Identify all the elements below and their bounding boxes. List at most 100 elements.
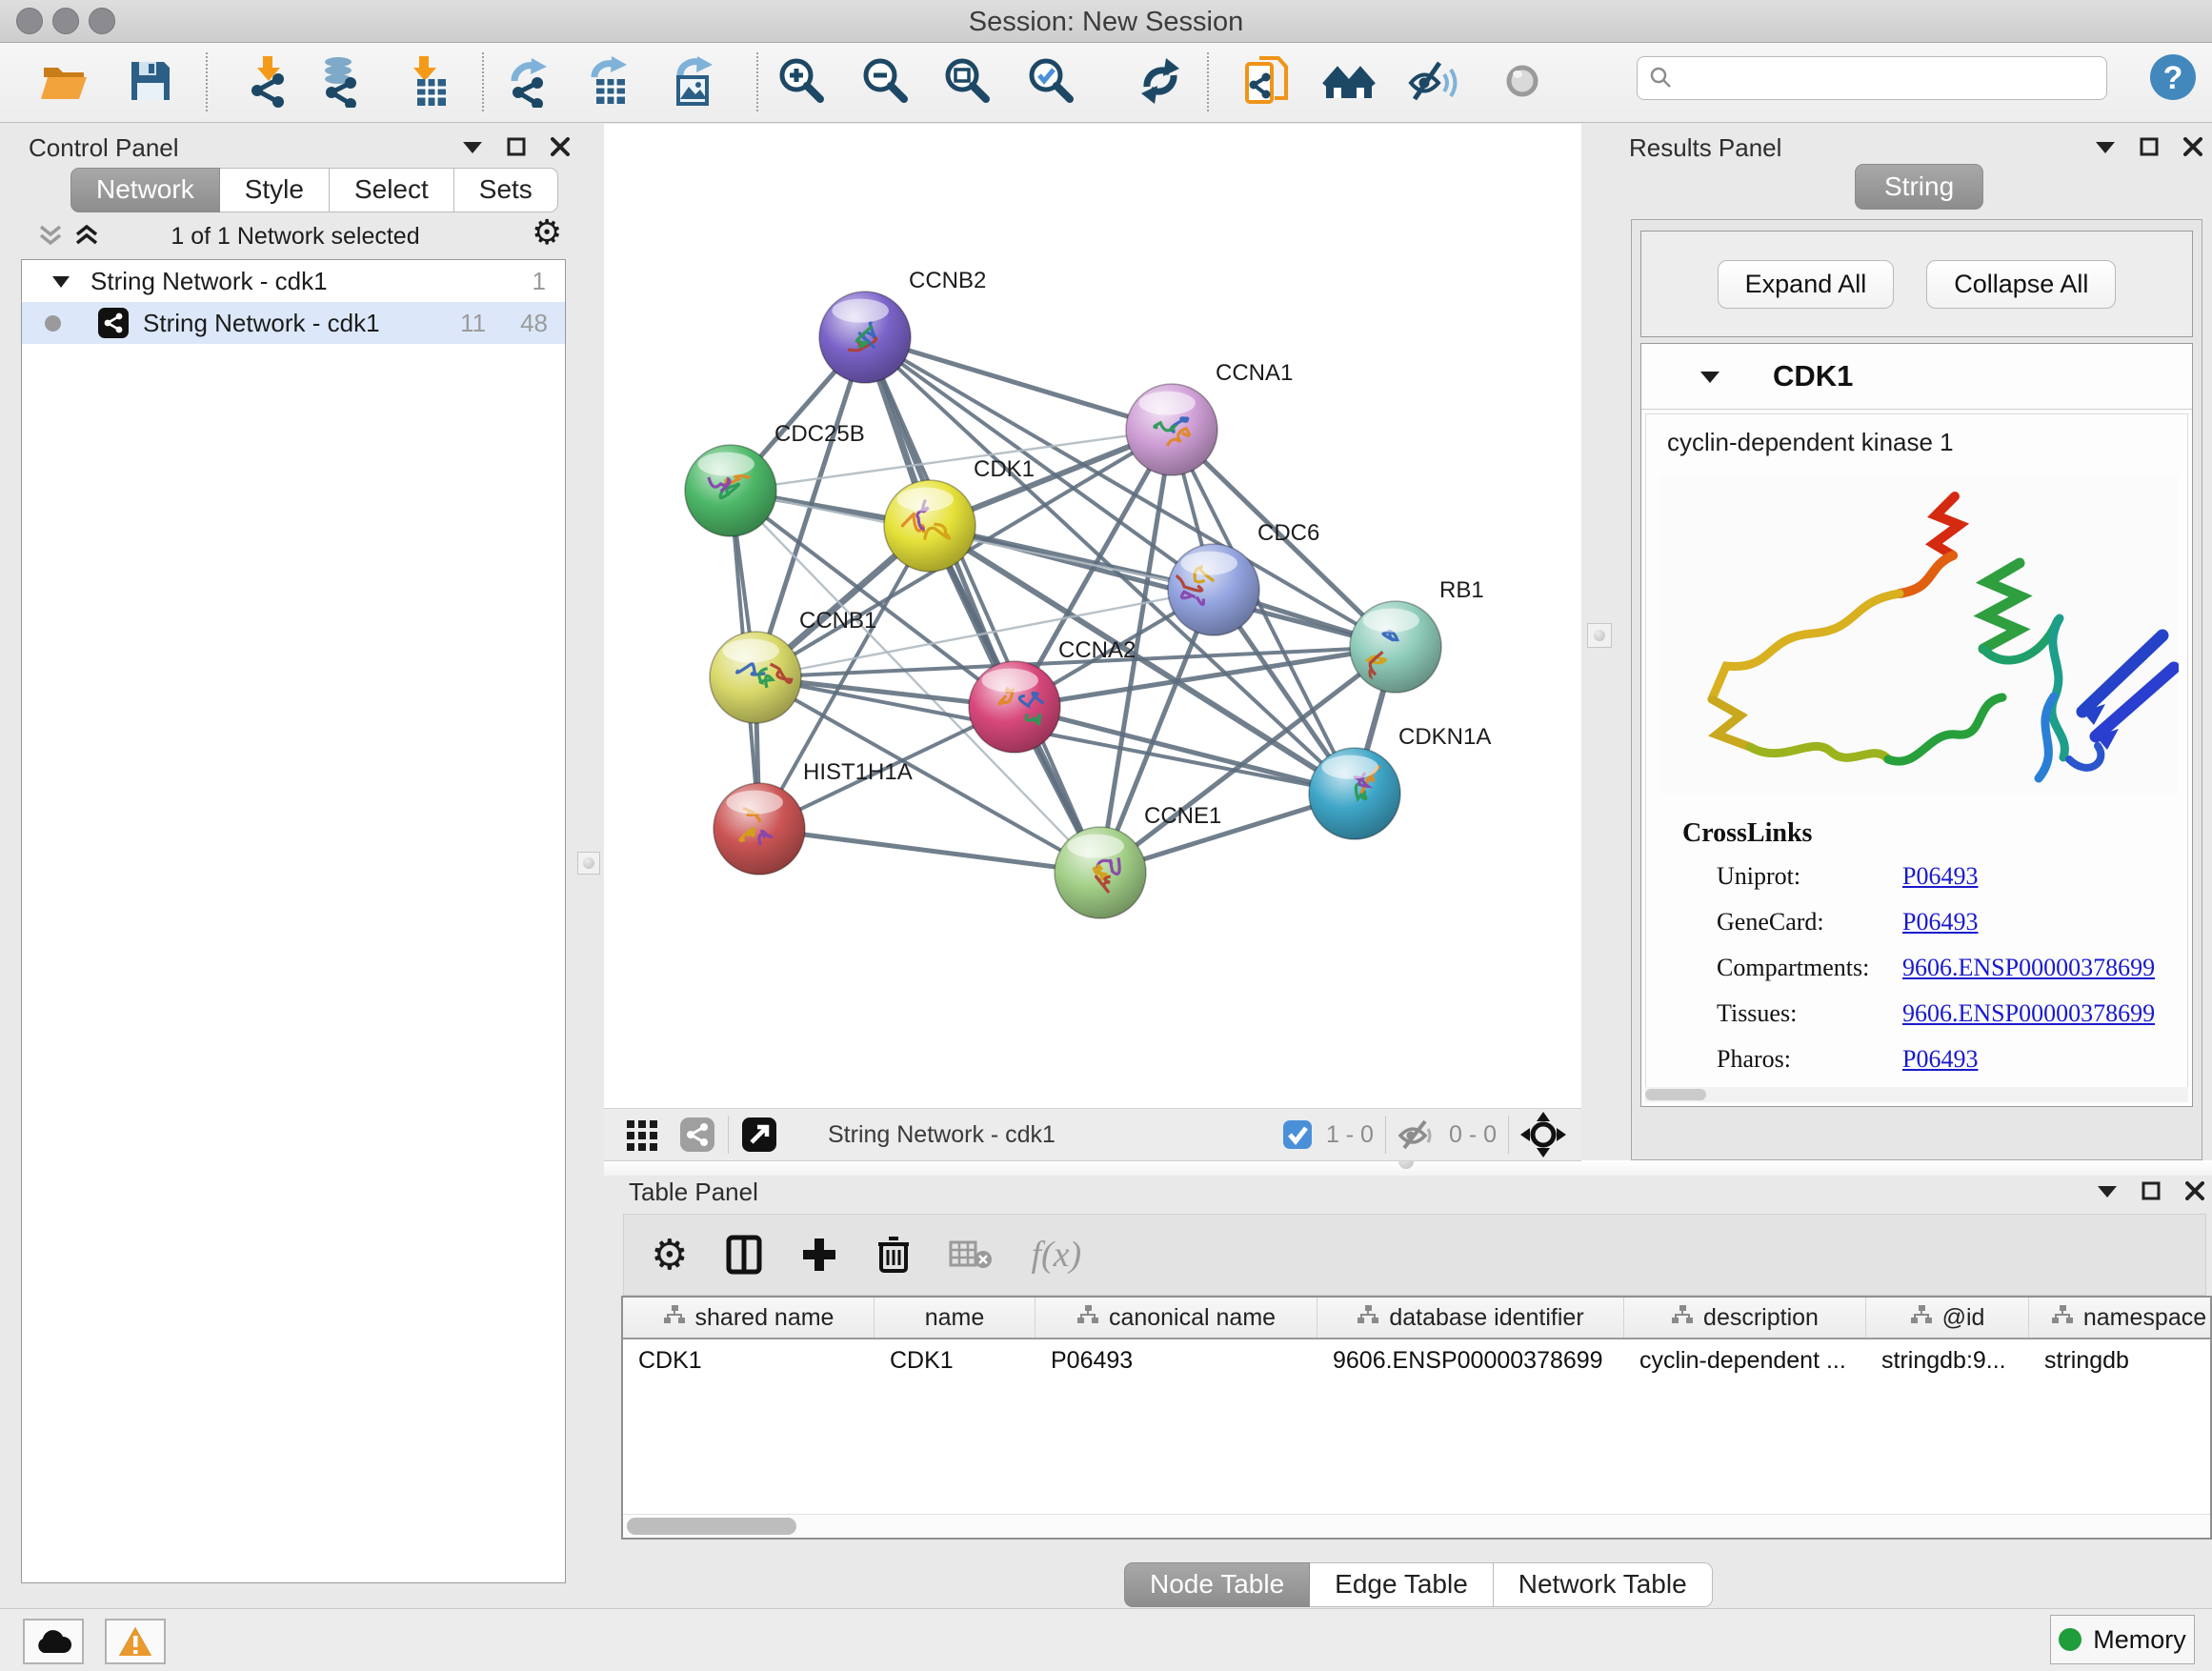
edge[interactable]	[865, 337, 1100, 873]
tab-style[interactable]: Style	[220, 168, 330, 212]
edge[interactable]	[865, 337, 1172, 430]
close-panel-icon[interactable]	[551, 137, 570, 156]
collapse-panel-icon[interactable]	[463, 140, 482, 153]
crosslink-value-link[interactable]: P06493	[1902, 1045, 1978, 1074]
table-cell[interactable]: P06493	[1036, 1339, 1317, 1381]
network-edges[interactable]	[731, 337, 1396, 873]
export-image-icon[interactable]	[667, 54, 720, 108]
node-RB1[interactable]	[1350, 601, 1441, 693]
save-icon[interactable]	[124, 54, 177, 108]
memory-button[interactable]: Memory	[2050, 1615, 2195, 1664]
import-network-database-icon[interactable]	[314, 54, 368, 108]
collapse-all-button[interactable]: Collapse All	[1926, 260, 2116, 309]
tab-node-table[interactable]: Node Table	[1124, 1562, 1310, 1607]
gene-section-header[interactable]: CDK1	[1641, 344, 2192, 410]
table-hscrollbar[interactable]	[623, 1514, 2210, 1538]
houses-icon[interactable]	[1322, 54, 1376, 108]
share-icon[interactable]	[678, 1116, 716, 1154]
crosslink-value-link[interactable]: P06493	[1902, 908, 1978, 936]
show-hide-icon[interactable]	[1406, 54, 1459, 108]
node-CCNA2[interactable]	[969, 661, 1060, 753]
grid-icon[interactable]	[625, 1117, 661, 1153]
column-header-namespace[interactable]: namespace	[2029, 1298, 2212, 1338]
node-CDK1[interactable]	[884, 480, 975, 572]
node-CDKN1A[interactable]	[1309, 748, 1400, 839]
expand-all-networks-icon[interactable]	[74, 223, 99, 248]
right-splitter-handle[interactable]	[1587, 623, 1612, 648]
network-options-gear-icon[interactable]: ⚙	[532, 213, 562, 252]
column-header-shared-name[interactable]: shared name	[623, 1298, 875, 1338]
table-cell[interactable]: CDK1	[623, 1339, 875, 1381]
node-CCNB1[interactable]	[710, 632, 801, 723]
tab-string[interactable]: String	[1855, 164, 1983, 210]
show-columns-icon[interactable]	[726, 1235, 762, 1275]
disclosure-triangle-icon[interactable]	[52, 275, 70, 288]
hidden-eye-slash-icon[interactable]	[1398, 1118, 1436, 1151]
search-input[interactable]	[1674, 63, 2078, 94]
network-graph[interactable]: CCNB2CCNA1CDC25BCDK1CDC6RB1CCNB1CCNA2CDK…	[604, 124, 1581, 1108]
zoom-in-icon[interactable]	[775, 54, 829, 108]
table-cell[interactable]: cyclin-dependent ...	[1624, 1339, 1866, 1381]
expand-all-button[interactable]: Expand All	[1718, 260, 1895, 309]
add-column-icon[interactable]	[800, 1236, 838, 1274]
network-collection-row[interactable]: String Network - cdk1 1	[22, 260, 565, 302]
node-HIST1H1A[interactable]	[714, 783, 805, 875]
help-icon[interactable]: ?	[2146, 50, 2200, 104]
crosslink-value-link[interactable]: 9606.ENSP00000378699	[1902, 999, 2155, 1028]
table-options-gear-icon[interactable]: ⚙	[651, 1231, 688, 1279]
zoom-out-icon[interactable]	[859, 54, 913, 108]
gene-disclosure-icon[interactable]	[1700, 370, 1719, 383]
tab-network[interactable]: Network	[70, 168, 220, 212]
table-hscrollbar-thumb[interactable]	[627, 1518, 796, 1535]
table-row[interactable]: CDK1CDK1P064939606.ENSP00000378699cyclin…	[623, 1339, 2210, 1381]
table-cell[interactable]: CDK1	[875, 1339, 1036, 1381]
tab-network-table[interactable]: Network Table	[1494, 1562, 1713, 1607]
column-header-canonical-name[interactable]: canonical name	[1036, 1298, 1317, 1338]
left-splitter-handle[interactable]	[577, 852, 600, 875]
external-link-icon[interactable]	[740, 1116, 778, 1154]
results-hscrollbar[interactable]	[1645, 1087, 2188, 1102]
table-cell[interactable]: stringdb	[2029, 1339, 2212, 1381]
import-network-icon[interactable]	[242, 54, 295, 108]
table-cell[interactable]: 9606.ENSP00000378699	[1317, 1339, 1624, 1381]
tab-edge-table[interactable]: Edge Table	[1310, 1562, 1494, 1607]
open-icon[interactable]	[38, 54, 91, 108]
tab-sets[interactable]: Sets	[454, 168, 558, 212]
column-header-description[interactable]: description	[1624, 1298, 1866, 1338]
node-CDC6[interactable]	[1162, 544, 1259, 635]
search-field[interactable]	[1637, 56, 2107, 100]
column-header-name[interactable]: name	[875, 1298, 1036, 1338]
float-panel-icon[interactable]	[507, 137, 526, 156]
zoom-selected-icon[interactable]	[1025, 54, 1078, 108]
table-cell[interactable]: stringdb:9...	[1866, 1339, 2029, 1381]
string-documents-icon[interactable]	[1240, 54, 1294, 108]
edge[interactable]	[930, 526, 1396, 647]
warning-button[interactable]	[105, 1619, 166, 1664]
collapse-panel-icon[interactable]	[2098, 1184, 2117, 1198]
selected-checkbox-icon[interactable]	[1282, 1119, 1313, 1150]
network-row[interactable]: String Network - cdk1 11 48	[22, 302, 565, 344]
export-table-icon[interactable]	[583, 54, 636, 108]
zoom-fit-icon[interactable]	[941, 54, 995, 108]
crosslink-value-link[interactable]: P06493	[1902, 862, 1978, 891]
float-panel-icon[interactable]	[2142, 1181, 2161, 1200]
edge[interactable]	[759, 829, 1100, 873]
move-crosshair-icon[interactable]	[1520, 1112, 1566, 1158]
node-CCNB2[interactable]	[819, 292, 911, 383]
node-CCNA1[interactable]	[1126, 384, 1217, 475]
cloud-button[interactable]	[23, 1619, 84, 1664]
close-panel-icon[interactable]	[2183, 137, 2202, 156]
export-network-icon[interactable]	[505, 54, 558, 108]
float-panel-icon[interactable]	[2140, 137, 2159, 156]
close-panel-icon[interactable]	[2185, 1181, 2204, 1200]
import-table-icon[interactable]	[400, 54, 453, 108]
collapse-panel-icon[interactable]	[2096, 140, 2115, 153]
collapse-all-networks-icon[interactable]	[38, 223, 63, 248]
column-header--id[interactable]: @id	[1866, 1298, 2029, 1338]
column-header-database-identifier[interactable]: database identifier	[1317, 1298, 1624, 1338]
delete-column-icon[interactable]	[876, 1235, 911, 1275]
crosslink-value-link[interactable]: 9606.ENSP00000378699	[1902, 954, 2155, 982]
node-CCNE1[interactable]	[1055, 827, 1146, 918]
network-canvas[interactable]: CCNB2CCNA1CDC25BCDK1CDC6RB1CCNB1CCNA2CDK…	[604, 124, 1581, 1108]
refresh-icon[interactable]	[1134, 54, 1187, 108]
